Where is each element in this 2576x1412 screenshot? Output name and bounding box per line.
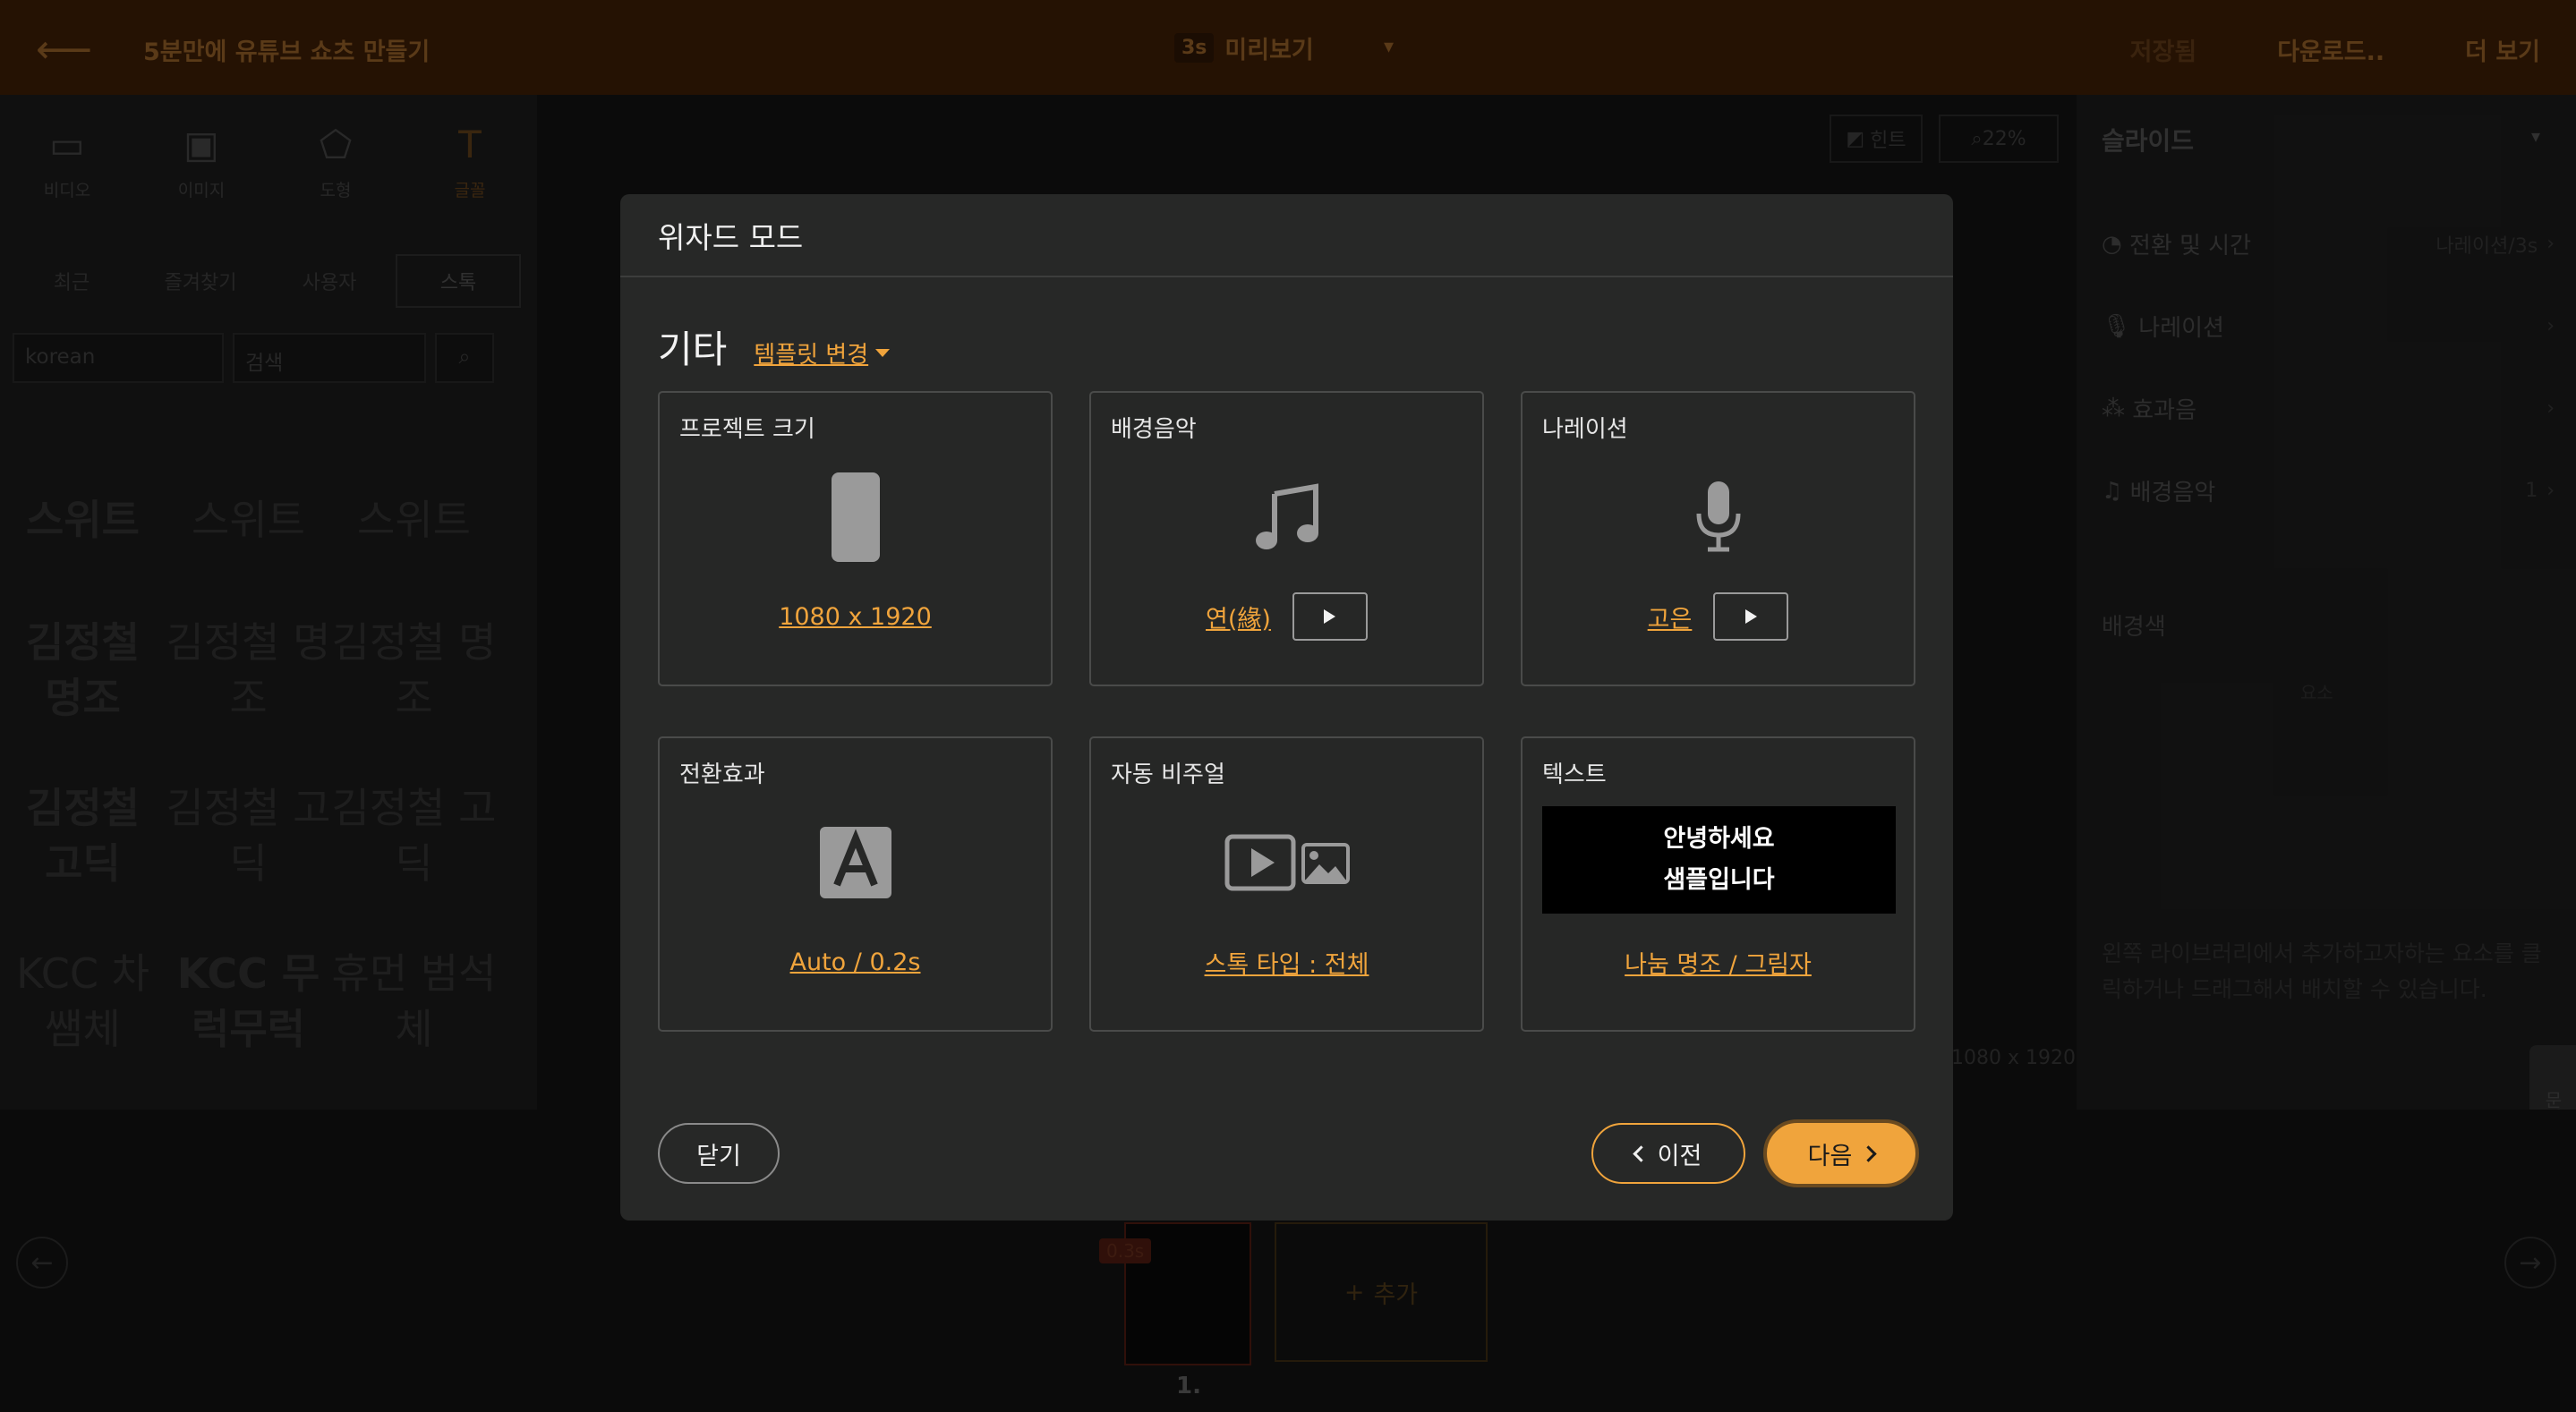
card-title: 나레이션	[1542, 416, 1628, 443]
sample-line: 안녕하세요	[1663, 825, 1775, 853]
modal-header: 위자드 모드	[620, 194, 1953, 277]
section-title: 기타	[658, 327, 728, 371]
text-style-link[interactable]: 나눔 명조 / 그림자	[1625, 945, 1812, 980]
video-image-icon	[1091, 813, 1482, 912]
chevron-left-icon	[1632, 1144, 1650, 1162]
bgm-link[interactable]: 연(緣)	[1206, 600, 1271, 634]
prev-button[interactable]: 이전	[1591, 1123, 1745, 1184]
caret-down-icon	[875, 349, 891, 357]
modal-title: 위자드 모드	[658, 219, 804, 255]
card-title: 텍스트	[1542, 761, 1607, 788]
auto-visual-card: 자동 비주얼 스톡 타입 : 전체	[1089, 736, 1484, 1032]
wizard-modal: 위자드 모드 기타 템플릿 변경 프로젝트 크기 1080 x 1920 배경음…	[620, 194, 1953, 1221]
project-size-link[interactable]: 1080 x 1920	[779, 603, 932, 631]
microphone-icon	[1523, 468, 1914, 566]
bgm-card: 배경음악 연(緣)	[1089, 391, 1484, 686]
card-title: 전환효과	[679, 761, 765, 788]
card-title: 자동 비주얼	[1111, 761, 1225, 788]
project-size-card: 프로젝트 크기 1080 x 1920	[658, 391, 1053, 686]
card-title: 프로젝트 크기	[679, 416, 815, 443]
play-icon	[1324, 609, 1336, 624]
template-change-link[interactable]: 템플릿 변경	[754, 336, 891, 370]
narration-card: 나레이션 고은	[1521, 391, 1915, 686]
card-title: 배경음악	[1111, 416, 1197, 443]
narration-voice-link[interactable]: 고은	[1648, 600, 1693, 634]
next-button[interactable]: 다음	[1763, 1119, 1919, 1187]
music-note-icon	[1091, 468, 1482, 566]
transition-card: 전환효과 Auto / 0.2s	[658, 736, 1053, 1032]
auto-visual-link[interactable]: 스톡 타입 : 전체	[1205, 945, 1369, 980]
play-icon	[1744, 609, 1757, 624]
phone-portrait-icon	[660, 468, 1051, 566]
bgm-play-button[interactable]	[1292, 592, 1368, 641]
close-button[interactable]: 닫기	[658, 1123, 780, 1184]
sample-line: 샘플입니다	[1663, 866, 1775, 894]
letter-a-icon	[660, 813, 1051, 912]
section-header: 기타 템플릿 변경	[658, 319, 891, 374]
text-style-preview: 안녕하세요 샘플입니다	[1542, 806, 1896, 914]
transition-link[interactable]: Auto / 0.2s	[790, 948, 921, 976]
chevron-right-icon	[1860, 1144, 1878, 1162]
narration-play-button[interactable]	[1713, 592, 1789, 641]
text-card: 텍스트 안녕하세요 샘플입니다 나눔 명조 / 그림자	[1521, 736, 1915, 1032]
